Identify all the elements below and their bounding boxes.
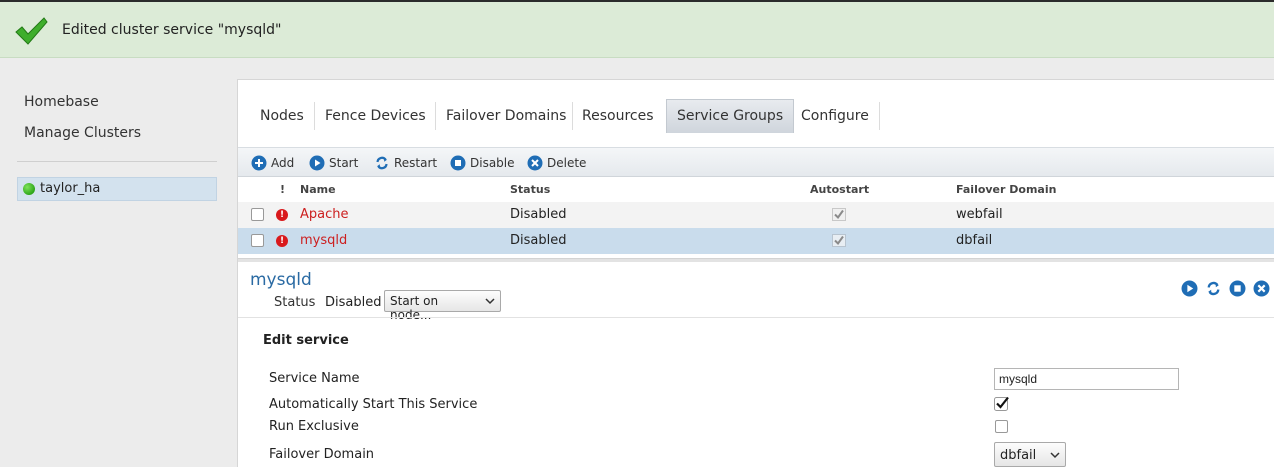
service-name-label: Service Name [269,371,360,386]
start-button[interactable]: Start [309,153,358,173]
disable-button[interactable]: Disable [450,153,515,173]
failover-domain-label: Failover Domain [269,447,375,462]
service-name-link[interactable]: mysqld [300,233,347,248]
column-status[interactable]: Status [510,183,550,196]
stop-icon [450,155,466,171]
column-name[interactable]: Name [300,183,336,196]
failover-domain-select[interactable]: dbfail [994,442,1066,467]
edit-separator [238,317,1274,318]
restart-button[interactable]: Restart [374,153,437,173]
disable-icon[interactable] [1229,280,1246,297]
service-name-link[interactable]: Apache [300,207,349,222]
edit-service-heading: Edit service [263,333,349,348]
add-button[interactable]: Add [251,153,294,173]
service-failover-domain: webfail [956,207,1003,222]
start-label: Start [329,156,359,170]
column-autostart[interactable]: Autostart [810,183,869,196]
service-toolbar: Add Start Restart Disable Delete [238,147,1274,177]
play-icon [309,155,325,171]
restart-label: Restart [394,156,438,170]
start-icon[interactable] [1181,280,1198,297]
column-failover-domain[interactable]: Failover Domain [956,183,1056,196]
service-status: Disabled [510,233,567,248]
chevron-down-icon [1050,452,1060,459]
chevron-down-icon [485,298,495,305]
error-icon: ! [276,209,288,221]
sidebar: Homebase Manage Clusters taylor_ha [0,58,237,467]
delete-icon[interactable] [1253,280,1270,297]
service-detail-title: mysqld [250,270,312,290]
run-exclusive-checkbox[interactable] [995,420,1008,433]
cluster-item-taylor-ha[interactable]: taylor_ha [17,177,217,201]
checkmark-icon [15,17,48,45]
delete-icon [527,155,543,171]
start-on-node-select[interactable]: Start on node... [384,290,501,322]
tab-configure[interactable]: Configure [791,99,879,133]
disable-label: Disable [470,156,515,170]
row-select-checkbox[interactable] [251,234,264,247]
add-icon [251,155,267,171]
tab-separator [879,102,880,130]
error-icon: ! [276,235,288,247]
autostart-label: Automatically Start This Service [269,397,478,412]
success-notification: Edited cluster service "mysqld" [0,2,1274,58]
detail-separator [238,258,1274,262]
restart-icon [376,156,388,170]
service-name-input[interactable] [994,368,1179,390]
nav-manage-clusters[interactable]: Manage Clusters [24,125,141,141]
row-select-checkbox[interactable] [251,208,264,221]
detail-status-value: Disabled [325,295,382,310]
tab-bar: Nodes Fence Devices Failover Domains Res… [238,80,1274,146]
detail-action-icons [1174,280,1270,297]
delete-label: Delete [547,156,587,170]
table-row[interactable]: ! mysqld Disabled dbfail [238,228,1274,254]
notification-message: Edited cluster service "mysqld" [62,22,282,38]
table-header: ! Name Status Autostart Failover Domain [238,178,1274,202]
tab-fence-devices[interactable]: Fence Devices [315,99,436,133]
service-failover-domain: dbfail [956,233,993,248]
add-label: Add [271,156,295,170]
restart-icon[interactable] [1205,280,1222,297]
failover-domain-value: dbfail [1000,448,1037,463]
autostart-checkbox[interactable] [994,396,1010,411]
main-panel: Nodes Fence Devices Failover Domains Res… [237,79,1274,467]
column-flag: ! [280,183,286,196]
sidebar-divider [17,161,217,162]
run-exclusive-label: Run Exclusive [269,419,359,434]
tab-resources[interactable]: Resources [572,99,664,133]
cluster-status-dot-icon [23,183,35,195]
tab-service-groups[interactable]: Service Groups [666,99,795,133]
autostart-check-icon [832,234,846,247]
tab-nodes[interactable]: Nodes [250,99,314,133]
autostart-check-icon [832,208,846,221]
nav-homebase[interactable]: Homebase [24,94,99,110]
table-row[interactable]: ! Apache Disabled webfail [238,202,1274,228]
cluster-item-label: taylor_ha [40,181,101,196]
service-status: Disabled [510,207,567,222]
detail-status-label: Status [274,295,316,310]
tab-failover-domains[interactable]: Failover Domains [436,99,576,133]
delete-button[interactable]: Delete [527,153,586,173]
